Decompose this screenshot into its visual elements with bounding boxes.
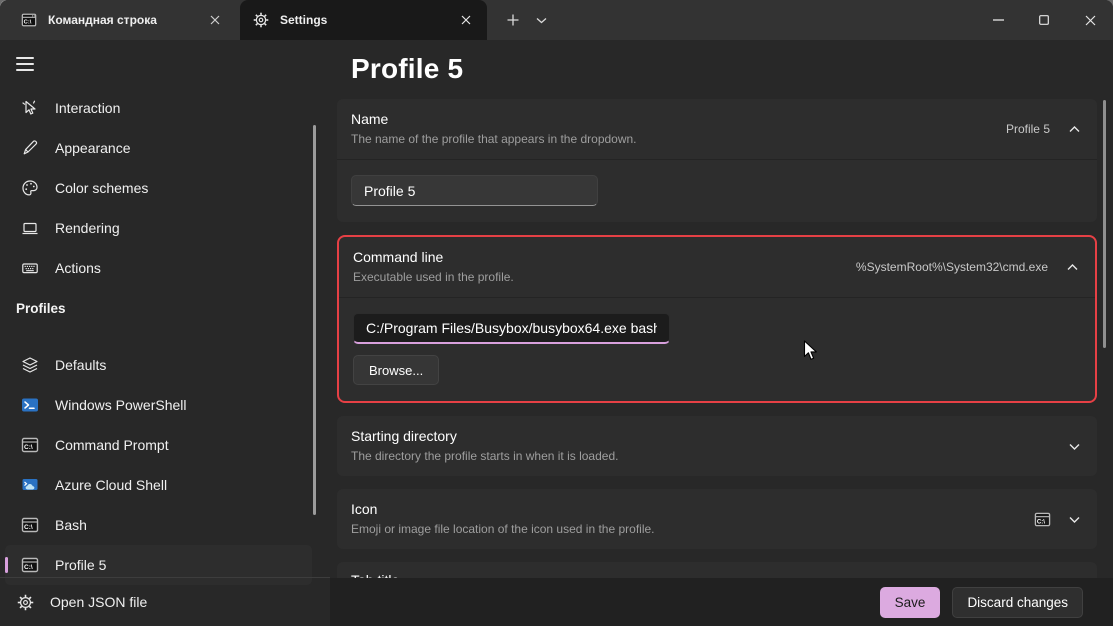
interaction-icon bbox=[21, 99, 39, 117]
name-card-body bbox=[337, 159, 1097, 222]
page-title: Profile 5 bbox=[351, 52, 1113, 86]
actions-icon bbox=[21, 259, 39, 277]
sidebar-item-appearance[interactable]: Appearance bbox=[5, 128, 312, 168]
chevron-down-icon bbox=[1068, 513, 1081, 526]
tab-label: Settings bbox=[280, 13, 444, 27]
open-json-file-label: Open JSON file bbox=[50, 594, 147, 610]
setting-title: Starting directory bbox=[351, 427, 1068, 446]
setting-title: Icon bbox=[351, 500, 1034, 519]
gear-icon bbox=[16, 593, 34, 611]
svg-text:C:\: C:\ bbox=[1037, 518, 1045, 525]
profiles-section-header: Profiles bbox=[0, 288, 330, 328]
cmd-icon: C:\ bbox=[1034, 511, 1051, 528]
name-setting-card: Name The name of the profile that appear… bbox=[337, 99, 1097, 222]
open-json-file-button[interactable]: Open JSON file bbox=[0, 582, 330, 622]
tab-settings[interactable]: Settings bbox=[240, 0, 487, 40]
sidebar-item-actions[interactable]: Actions bbox=[5, 248, 312, 288]
maximize-button[interactable] bbox=[1021, 0, 1067, 40]
name-card-header[interactable]: Name The name of the profile that appear… bbox=[337, 99, 1097, 159]
sidebar-item-label: Bash bbox=[55, 517, 87, 533]
chevron-up-icon bbox=[1066, 261, 1079, 274]
close-tab-icon[interactable] bbox=[455, 9, 477, 31]
rendering-icon bbox=[21, 219, 39, 237]
sidebar-item-label: Defaults bbox=[55, 357, 106, 373]
sidebar-footer: Open JSON file bbox=[0, 577, 330, 626]
cmd-icon: C:\ bbox=[21, 516, 39, 534]
starting-directory-setting-card: Starting directory The directory the pro… bbox=[337, 416, 1097, 476]
save-bar: Save Discard changes bbox=[330, 578, 1113, 626]
icon-setting-card: Icon Emoji or image file location of the… bbox=[337, 489, 1097, 549]
profile-name-input[interactable] bbox=[351, 175, 598, 206]
hamburger-menu-icon[interactable] bbox=[16, 57, 34, 71]
terminal-window: C:\ Командная строка bbox=[0, 0, 1113, 626]
sidebar-item-label: Windows PowerShell bbox=[55, 397, 187, 413]
sidebar-item-label: Interaction bbox=[55, 100, 120, 116]
settings-main-pane: Profile 5 Name The name of the profile t… bbox=[330, 40, 1113, 626]
setting-current-value: Profile 5 bbox=[1006, 122, 1050, 136]
setting-description: Emoji or image file location of the icon… bbox=[351, 521, 1034, 538]
discard-changes-button[interactable]: Discard changes bbox=[952, 587, 1083, 618]
gear-icon bbox=[253, 12, 269, 28]
sidebar-item-azure-cloud-shell[interactable]: Azure Cloud Shell bbox=[5, 465, 312, 505]
settings-sidebar: Interaction Appearance bbox=[0, 40, 330, 626]
starting-directory-card-header[interactable]: Starting directory The directory the pro… bbox=[337, 416, 1097, 476]
sidebar-item-interaction[interactable]: Interaction bbox=[5, 88, 312, 128]
svg-text:C:\: C:\ bbox=[24, 524, 33, 531]
content-scrollbar[interactable] bbox=[1103, 100, 1106, 348]
command-line-card-body: Browse... bbox=[339, 297, 1095, 401]
window-controls bbox=[975, 0, 1113, 40]
sidebar-scrollbar[interactable] bbox=[313, 125, 316, 515]
new-tab-button[interactable] bbox=[499, 7, 527, 33]
sidebar-item-label: Azure Cloud Shell bbox=[55, 477, 167, 493]
cmd-icon: C:\ bbox=[21, 12, 37, 28]
chevron-up-icon bbox=[1068, 123, 1081, 136]
sidebar-item-label: Appearance bbox=[55, 140, 131, 156]
powershell-icon bbox=[21, 396, 39, 414]
azure-icon bbox=[21, 476, 39, 494]
minimize-button[interactable] bbox=[975, 0, 1021, 40]
tab-label: Командная строка bbox=[48, 13, 193, 27]
sidebar-item-color-schemes[interactable]: Color schemes bbox=[5, 168, 312, 208]
svg-text:C:\: C:\ bbox=[24, 20, 32, 26]
sidebar-item-label: Rendering bbox=[55, 220, 120, 236]
color-schemes-icon bbox=[21, 179, 39, 197]
cmd-icon: C:\ bbox=[21, 556, 39, 574]
sidebar-item-command-prompt[interactable]: C:\ Command Prompt bbox=[5, 425, 312, 465]
sidebar-item-label: Profile 5 bbox=[55, 557, 106, 573]
sidebar-item-defaults[interactable]: Defaults bbox=[5, 345, 312, 385]
close-window-button[interactable] bbox=[1067, 0, 1113, 40]
command-line-setting-card: Command line Executable used in the prof… bbox=[337, 235, 1097, 403]
command-line-card-header[interactable]: Command line Executable used in the prof… bbox=[339, 237, 1095, 297]
svg-text:C:\: C:\ bbox=[24, 444, 33, 451]
defaults-icon bbox=[21, 356, 39, 374]
setting-description: The name of the profile that appears in … bbox=[351, 131, 1006, 148]
sidebar-item-label: Color schemes bbox=[55, 180, 148, 196]
setting-description: Executable used in the profile. bbox=[353, 269, 856, 286]
sidebar-item-label: Actions bbox=[55, 260, 101, 276]
setting-current-value: %SystemRoot%\System32\cmd.exe bbox=[856, 260, 1048, 274]
close-tab-icon[interactable] bbox=[204, 9, 226, 31]
svg-text:C:\: C:\ bbox=[24, 564, 33, 571]
sidebar-item-rendering[interactable]: Rendering bbox=[5, 208, 312, 248]
sidebar-item-bash[interactable]: C:\ Bash bbox=[5, 505, 312, 545]
command-line-input[interactable] bbox=[353, 313, 670, 344]
setting-title: Name bbox=[351, 110, 1006, 129]
setting-description: The directory the profile starts in when… bbox=[351, 448, 1068, 465]
browse-button[interactable]: Browse... bbox=[353, 355, 439, 385]
titlebar: C:\ Командная строка bbox=[0, 0, 1113, 40]
tab-dropdown-button[interactable] bbox=[527, 7, 555, 33]
appearance-icon bbox=[21, 139, 39, 157]
sidebar-item-windows-powershell[interactable]: Windows PowerShell bbox=[5, 385, 312, 425]
save-button[interactable]: Save bbox=[880, 587, 941, 618]
sidebar-item-label: Command Prompt bbox=[55, 437, 169, 453]
icon-card-header[interactable]: Icon Emoji or image file location of the… bbox=[337, 489, 1097, 549]
tab-command-prompt[interactable]: C:\ Командная строка bbox=[8, 0, 236, 40]
setting-title: Command line bbox=[353, 248, 856, 267]
cmd-icon: C:\ bbox=[21, 436, 39, 454]
chevron-down-icon bbox=[1068, 440, 1081, 453]
